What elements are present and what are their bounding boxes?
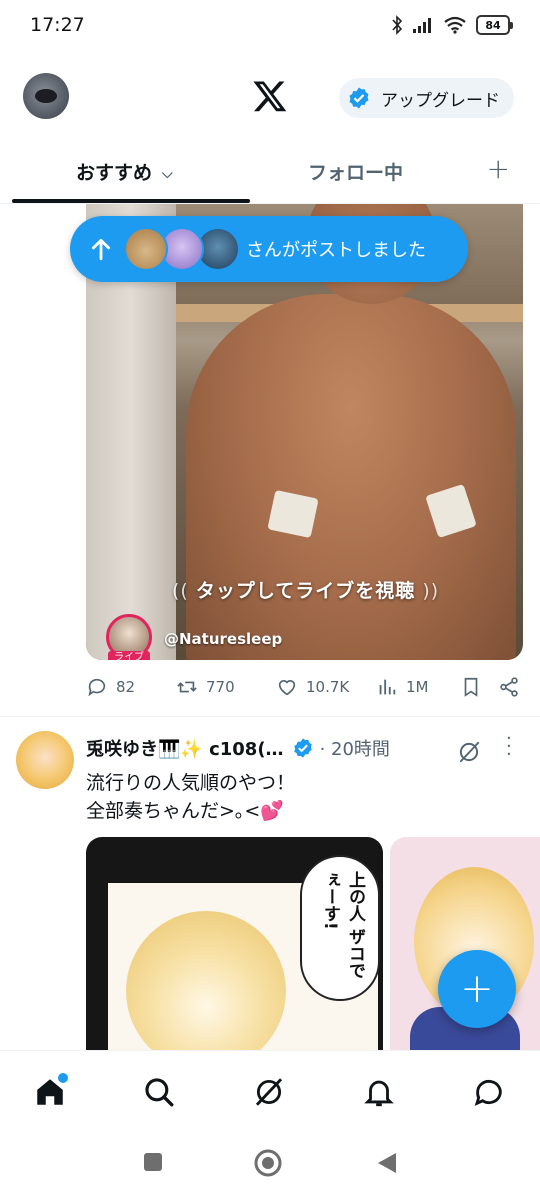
timeline-tabs: おすすめ ⌵ フォロー中 + (0, 140, 540, 204)
repost-icon (177, 681, 197, 693)
signal-icon (413, 18, 431, 33)
avatar (124, 227, 168, 271)
status-bar: 17:27 84 (0, 0, 540, 56)
post-header: 兎咲ゆき🎹✨ c108(… · 20時間 (86, 735, 390, 761)
tab-active-indicator (12, 199, 250, 203)
author-name[interactable]: 兎咲ゆき🎹✨ c108(… (86, 735, 284, 761)
status-time: 17:27 (30, 14, 85, 36)
tab-recommend-label: おすすめ (76, 162, 153, 184)
caption-right-icon: )) (415, 580, 440, 602)
bottom-navigation (0, 1050, 540, 1136)
views-button[interactable]: 1M (376, 676, 429, 698)
battery-level: 84 (485, 18, 501, 32)
bookmark-icon (464, 677, 478, 697)
wifi-icon (444, 16, 466, 34)
back-icon[interactable] (376, 1151, 398, 1175)
person-torso (186, 294, 516, 660)
post-image[interactable]: 上の人 ザコでぇーす! (86, 837, 383, 1067)
status-icons: 84 (391, 15, 513, 35)
like-button[interactable]: 10.7K (276, 676, 349, 698)
tab-recommend[interactable]: おすすめ ⌵ (76, 158, 173, 185)
compose-post-button[interactable]: + (438, 950, 516, 1028)
chevron-down-icon: ⌵ (162, 165, 173, 182)
heart-icon (278, 680, 296, 696)
caption-left-icon: (( (172, 580, 196, 602)
anime-character-illustration (126, 911, 286, 1067)
live-badge: ライブ (108, 651, 150, 660)
system-navigation (0, 1136, 540, 1200)
new-posts-text: さんがポストしました (246, 240, 426, 261)
repost-button[interactable]: 770 (176, 676, 235, 698)
post-text-line: 流行りの人気順のやつ！ (86, 772, 296, 794)
share-button[interactable] (498, 676, 520, 698)
verified-badge-icon (349, 87, 369, 109)
views-count: 1M (406, 678, 429, 696)
reply-count: 82 (116, 678, 136, 696)
new-posts-pill[interactable]: さんがポストしました (70, 216, 468, 282)
post-text: 流行りの人気順のやつ！ 全部奏ちゃんだ>｡<💕 (86, 769, 295, 825)
top-bar: アップグレード (0, 60, 540, 134)
home-circle-icon[interactable] (254, 1149, 282, 1177)
tab-following-label: フォロー中 (308, 162, 404, 184)
battery-icon: 84 (476, 15, 513, 35)
live-host-handle[interactable]: @Naturesleep (164, 630, 282, 648)
upgrade-button[interactable]: アップグレード (339, 78, 514, 118)
grok-icon[interactable] (252, 1075, 286, 1109)
messages-icon[interactable] (472, 1075, 506, 1109)
speech-bubble: 上の人 ザコでぇーす! (300, 855, 380, 1001)
notification-dot (58, 1073, 68, 1083)
verified-badge-icon (293, 738, 312, 758)
plus-icon: + (460, 966, 494, 1012)
live-watch-caption[interactable]: (( タップしてライブを視聴 )) (172, 576, 439, 603)
x-logo-icon (253, 81, 287, 112)
add-tab-button[interactable]: + (487, 152, 510, 185)
post-actions: 82 770 10.7K 1M (86, 668, 526, 708)
profile-avatar[interactable] (23, 73, 69, 119)
arrow-up-icon (92, 238, 110, 261)
post-text-line: 全部奏ちゃんだ>｡<💕 (86, 800, 284, 822)
more-options-icon[interactable]: · · · (506, 730, 512, 764)
tab-following[interactable]: フォロー中 (308, 158, 403, 185)
reply-icon (88, 678, 106, 697)
live-caption-text: タップしてライブを視聴 (195, 580, 416, 602)
pill-avatars (124, 225, 240, 273)
bluetooth-icon (392, 15, 403, 35)
bookmark-button[interactable] (460, 676, 482, 698)
repost-count: 770 (206, 678, 235, 696)
recent-apps-icon[interactable] (143, 1152, 163, 1172)
grok-icon[interactable] (456, 739, 482, 765)
like-count: 10.7K (306, 678, 350, 696)
upgrade-label: アップグレード (381, 90, 500, 111)
author-avatar[interactable] (16, 731, 74, 789)
reply-button[interactable]: 82 (86, 676, 135, 698)
post-time: · 20時間 (319, 739, 390, 760)
bell-icon[interactable] (362, 1075, 396, 1109)
share-icon (500, 677, 518, 697)
views-icon (379, 679, 396, 695)
search-icon[interactable] (142, 1075, 176, 1109)
